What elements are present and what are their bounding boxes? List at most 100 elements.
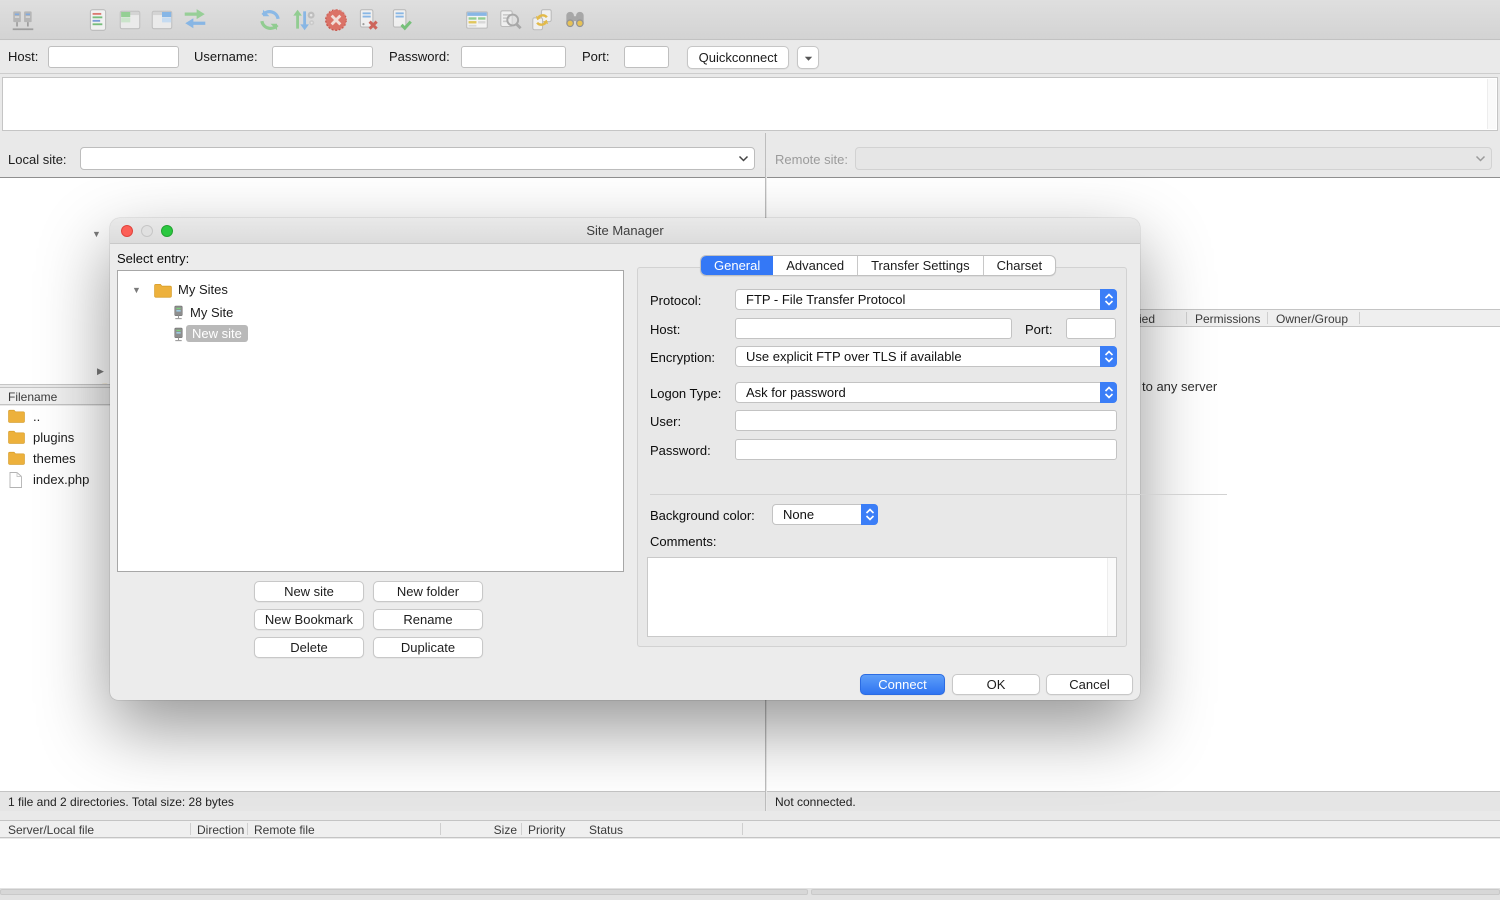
new-folder-button[interactable]: New folder — [373, 581, 483, 602]
select-entry-label: Select entry: — [117, 251, 189, 266]
sm-port-input[interactable] — [1066, 318, 1116, 339]
stepper-icon — [1100, 382, 1117, 403]
disclosure-open-icon[interactable]: ▼ — [92, 229, 101, 239]
disclosure-closed-icon[interactable]: ▶ — [97, 366, 104, 377]
user-input[interactable] — [735, 410, 1117, 431]
sm-password-input[interactable] — [735, 439, 1117, 460]
sm-port-label: Port: — [1025, 322, 1052, 337]
encryption-select[interactable]: Use explicit FTP over TLS if available — [735, 346, 1117, 367]
dialog-title: Site Manager — [110, 223, 1140, 238]
transfer-queue: Server/Local file Direction Remote file … — [0, 812, 1500, 900]
synchronized-browsing-icon[interactable] — [182, 7, 208, 33]
size-column-header[interactable]: Size — [457, 823, 517, 837]
quick-password-input[interactable] — [461, 46, 566, 68]
owner-group-column-header[interactable]: Owner/Group — [1276, 312, 1348, 326]
stepper-icon — [1100, 289, 1117, 310]
duplicate-button[interactable]: Duplicate — [373, 637, 483, 658]
message-log-scrollbar[interactable] — [1487, 79, 1496, 129]
tree-item-new-site[interactable]: New site — [118, 325, 623, 343]
rename-button[interactable]: Rename — [373, 609, 483, 630]
remote-site-label: Remote site: — [775, 152, 848, 167]
not-connected-message: to any server — [1142, 379, 1217, 394]
queue-body — [0, 839, 1500, 888]
server-icon — [172, 305, 185, 320]
folder-icon — [154, 283, 172, 298]
search-icon[interactable] — [562, 7, 588, 33]
folder-icon — [8, 409, 25, 423]
quick-host-input[interactable] — [48, 46, 179, 68]
tab-general[interactable]: General — [701, 256, 773, 275]
comments-scrollbar[interactable] — [1107, 558, 1116, 636]
sm-password-label: Password: — [650, 443, 711, 458]
main-toolbar — [0, 0, 1500, 40]
tree-item-label-selected: New site — [186, 325, 248, 342]
local-site-combo[interactable] — [80, 147, 755, 170]
tab-advanced[interactable]: Advanced — [773, 256, 858, 275]
tree-item-my-site[interactable]: My Site — [118, 304, 623, 322]
dialog-title-bar[interactable]: Site Manager — [110, 218, 1140, 244]
remote-file-column-header[interactable]: Remote file — [254, 823, 315, 837]
quick-port-input[interactable] — [624, 46, 669, 68]
tree-item-label: My Sites — [178, 282, 228, 297]
folder-icon — [8, 451, 25, 465]
comments-textarea[interactable] — [647, 557, 1117, 637]
folder-icon — [8, 430, 25, 444]
permissions-column-header[interactable]: Permissions — [1195, 312, 1260, 326]
status-column-header[interactable]: Status — [589, 823, 623, 837]
toggle-remote-tree-icon[interactable] — [149, 7, 175, 33]
comments-label: Comments: — [650, 534, 716, 549]
synchronize-icon[interactable] — [529, 7, 555, 33]
encryption-label: Encryption: — [650, 350, 715, 365]
new-site-button[interactable]: New site — [254, 581, 364, 602]
tab-charset[interactable]: Charset — [984, 256, 1056, 275]
file-name: .. — [33, 409, 40, 424]
quickconnect-button[interactable]: Quickconnect — [687, 46, 789, 69]
remote-site-combo — [855, 147, 1492, 170]
quick-username-input[interactable] — [272, 46, 373, 68]
directory-comparison-icon[interactable] — [464, 7, 490, 33]
new-bookmark-button[interactable]: New Bookmark — [254, 609, 364, 630]
background-color-label: Background color: — [650, 508, 755, 523]
port-label: Port: — [582, 49, 609, 64]
filename-column-header[interactable]: Filename — [8, 390, 57, 404]
local-status-text: 1 file and 2 directories. Total size: 28… — [8, 795, 234, 809]
stepper-icon — [861, 504, 878, 525]
logon-type-label: Logon Type: — [650, 386, 721, 401]
priority-column-header[interactable]: Priority — [528, 823, 565, 837]
queue-header: Server/Local file Direction Remote file … — [0, 820, 1500, 838]
disconnect-icon[interactable] — [355, 7, 381, 33]
tab-transfer-settings[interactable]: Transfer Settings — [858, 256, 984, 275]
tree-item-my-sites[interactable]: ▼ My Sites — [118, 281, 623, 299]
protocol-select[interactable]: FTP - File Transfer Protocol — [735, 289, 1117, 310]
disclosure-open-icon[interactable]: ▼ — [132, 285, 141, 295]
sm-host-input[interactable] — [735, 318, 1012, 339]
background-color-value: None — [783, 507, 814, 522]
cancel-operation-icon[interactable] — [323, 7, 349, 33]
delete-button[interactable]: Delete — [254, 637, 364, 658]
server-local-file-column-header[interactable]: Server/Local file — [8, 823, 94, 837]
connect-button[interactable]: Connect — [860, 674, 945, 695]
ok-button[interactable]: OK — [952, 674, 1040, 695]
cancel-button[interactable]: Cancel — [1046, 674, 1133, 695]
refresh-icon[interactable] — [257, 7, 283, 33]
toggle-message-log-icon[interactable] — [85, 7, 111, 33]
settings-tabs: General Advanced Transfer Settings Chars… — [700, 255, 1056, 276]
direction-column-header[interactable]: Direction — [197, 823, 244, 837]
file-name: index.php — [33, 472, 89, 487]
username-label: Username: — [194, 49, 258, 64]
toggle-local-tree-icon[interactable] — [117, 7, 143, 33]
password-label: Password: — [389, 49, 450, 64]
logon-type-select[interactable]: Ask for password — [735, 382, 1117, 403]
form-divider — [650, 494, 1227, 495]
site-manager-dialog: Site Manager Select entry: ▼ My Sites My… — [110, 218, 1140, 700]
find-files-icon[interactable] — [497, 7, 523, 33]
server-icon — [172, 327, 185, 342]
process-queue-icon[interactable] — [290, 7, 316, 33]
site-manager-icon[interactable] — [10, 7, 36, 33]
quickconnect-bar: Host: Username: Password: Port: Quickcon… — [0, 41, 1500, 74]
quickconnect-dropdown-button[interactable] — [797, 46, 819, 69]
reconnect-icon[interactable] — [388, 7, 414, 33]
filezilla-window: Host: Username: Password: Port: Quickcon… — [0, 0, 1500, 900]
stepper-icon — [1100, 346, 1117, 367]
background-color-select[interactable]: None — [772, 504, 878, 525]
